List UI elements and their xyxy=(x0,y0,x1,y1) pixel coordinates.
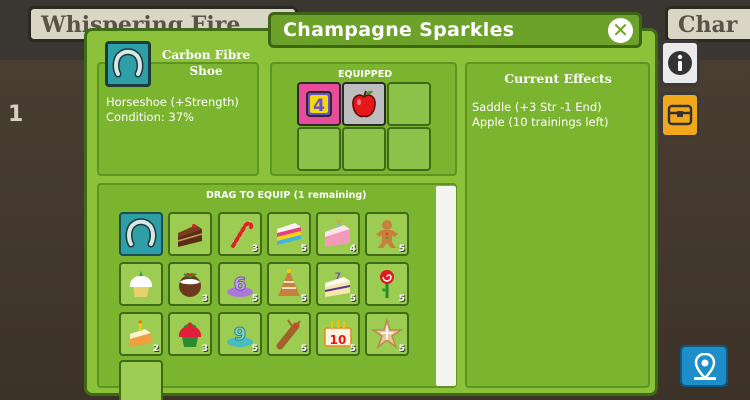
inventory-item-number-7-cake-slice[interactable]: 7 5 xyxy=(316,262,360,306)
inventory-item-number-6-cake[interactable]: 6 5 xyxy=(218,262,262,306)
effect-line: Saddle (+3 Str -1 End) xyxy=(472,100,602,114)
item-quantity: 5 xyxy=(398,244,405,254)
equipped-slot-empty[interactable] xyxy=(387,127,431,171)
item-quantity: 5 xyxy=(349,344,356,354)
inventory-scrollbar[interactable] xyxy=(436,186,456,386)
inventory-item-rainbow-cake[interactable]: 5 xyxy=(267,212,311,256)
dialog-title: Champagne Sparkles xyxy=(283,19,515,41)
equipped-slot-apple[interactable] xyxy=(342,82,386,126)
inventory-item-christmas-pudding[interactable]: 3 xyxy=(168,262,212,306)
current-effects-list: Saddle (+3 Str -1 End) Apple (10 trainin… xyxy=(472,100,608,130)
inventory-item-star-cookie[interactable]: 5 xyxy=(365,312,409,356)
inventory-item-candy-cane[interactable]: 3 xyxy=(218,212,262,256)
equipped-label: EQUIPPED xyxy=(338,69,393,80)
equipped-slot-empty[interactable] xyxy=(387,82,431,126)
item-quantity: 5 xyxy=(251,294,258,304)
item-quantity: 3 xyxy=(201,344,208,354)
inventory-item-lollipop-flower[interactable]: 5 xyxy=(365,262,409,306)
item-name: Carbon Fibre Shoe xyxy=(161,48,251,78)
close-button[interactable]: ✕ xyxy=(608,18,633,43)
equipped-slot-saddle[interactable]: 4 xyxy=(297,82,341,126)
inventory-item-gingerbread-tree[interactable]: 5 xyxy=(267,262,311,306)
info-tab[interactable] xyxy=(660,40,700,86)
item-type: Horseshoe (+Strength) xyxy=(106,95,239,109)
close-icon: ✕ xyxy=(612,18,629,42)
lollipop-flower-icon xyxy=(380,270,394,298)
svg-text:6: 6 xyxy=(234,274,247,295)
item-quantity: 5 xyxy=(300,294,307,304)
map-button[interactable] xyxy=(680,345,728,387)
inventory-item-holly-cupcake[interactable]: 3 xyxy=(168,312,212,356)
current-effects-title: Current Effects xyxy=(504,71,612,86)
apple-icon xyxy=(352,90,376,118)
gingerbread-tree-icon xyxy=(278,269,300,296)
item-icon-box xyxy=(105,41,151,87)
candy-cane-icon xyxy=(231,221,254,248)
item-quantity: 5 xyxy=(251,344,258,354)
background-tab-right[interactable]: Char xyxy=(665,6,750,42)
inventory-item-birthday-cake-slice[interactable]: 4 xyxy=(316,212,360,256)
chocolate-cake-icon xyxy=(177,224,203,247)
inventory-item-chocolate-cake[interactable] xyxy=(168,212,212,256)
inventory-label: DRAG TO EQUIP (1 remaining) xyxy=(206,190,367,201)
map-pin-icon xyxy=(694,353,716,380)
treasure-chest-icon xyxy=(667,104,693,126)
horseshoe-icon xyxy=(125,218,157,248)
inventory-item-number-9-cake[interactable]: 9 5 xyxy=(218,312,262,356)
item-quantity: 3 xyxy=(251,244,258,254)
horseshoe-icon xyxy=(112,48,144,78)
saddle-icon: 4 xyxy=(306,91,332,117)
inventory-item-cupcake[interactable] xyxy=(119,262,163,306)
inventory-item-candle-cake-slice[interactable]: 2 xyxy=(119,312,163,356)
background-row-number: 1 xyxy=(8,102,24,127)
item-condition: Condition: 37% xyxy=(106,110,194,124)
item-quantity: 2 xyxy=(152,344,159,354)
cupcake-icon xyxy=(129,271,153,297)
inventory-chest-tab[interactable] xyxy=(660,92,700,138)
item-quantity: 5 xyxy=(398,344,405,354)
saddle-value: 4 xyxy=(313,96,325,116)
gingerbread-man-icon xyxy=(376,220,398,248)
effect-line: Apple (10 trainings left) xyxy=(472,115,609,129)
gingerbread-reindeer-icon xyxy=(276,319,301,350)
item-quantity: 5 xyxy=(300,244,307,254)
equipped-slot-empty[interactable] xyxy=(297,127,341,171)
info-icon xyxy=(668,51,692,75)
item-quantity: 5 xyxy=(349,294,356,304)
inventory-item-empty[interactable] xyxy=(119,360,163,400)
inventory-item-gingerbread-man[interactable]: 5 xyxy=(365,212,409,256)
svg-text:7: 7 xyxy=(335,272,341,282)
dialog-title-bar: Champagne Sparkles ✕ xyxy=(268,12,642,48)
equipped-slot-empty[interactable] xyxy=(342,127,386,171)
inventory-item-gingerbread-reindeer[interactable]: 5 xyxy=(267,312,311,356)
item-description: Horseshoe (+Strength) Condition: 37% xyxy=(106,95,239,125)
svg-text:9: 9 xyxy=(234,324,247,345)
inventory-item-horseshoe[interactable] xyxy=(119,212,163,256)
item-quantity: 5 xyxy=(398,294,405,304)
item-quantity: 5 xyxy=(300,344,307,354)
item-quantity: 3 xyxy=(201,294,208,304)
item-quantity: 4 xyxy=(349,244,356,254)
inventory-item-number-10-cake[interactable]: 10 5 xyxy=(316,312,360,356)
svg-text:10: 10 xyxy=(330,333,347,347)
